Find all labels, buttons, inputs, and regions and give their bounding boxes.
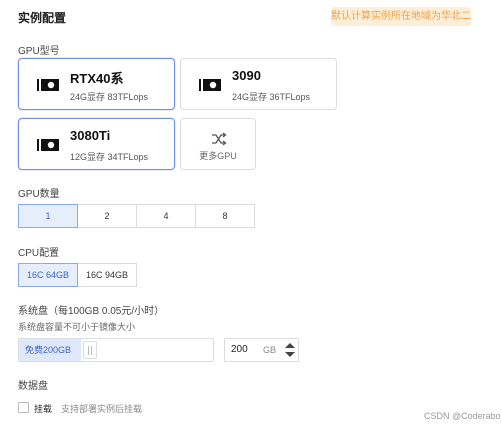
mount-hint: 支持部署实例后挂载 — [61, 404, 143, 414]
gpu-card-icon — [37, 79, 59, 91]
more-gpu-button[interactable]: 更多GPU — [180, 118, 256, 170]
system-disk-stepper[interactable]: 200 GB — [224, 338, 299, 362]
gpu-count-option-1[interactable]: 1 — [18, 204, 78, 228]
gpu-count-selector: 1 2 4 8 — [18, 204, 255, 228]
cpu-option-16c-94gb[interactable]: 16C 94GB — [77, 263, 137, 287]
watermark: CSDN @Coderabo — [424, 411, 501, 421]
region-notice: 默认计算实例所在地域为华北二 — [331, 7, 471, 26]
gpu-card-spec: 24G显存 36TFLops — [232, 92, 311, 102]
mount-label[interactable]: 挂载 — [34, 402, 52, 415]
gpu-card-icon — [199, 79, 221, 91]
system-disk-hint: 系统盘容量不可小于镜像大小 — [18, 322, 136, 332]
cpu-config-selector: 16C 64GB 16C 94GB — [18, 263, 137, 287]
slider-handle[interactable] — [83, 341, 97, 359]
gpu-card-icon — [37, 139, 59, 151]
gpu-count-option-8[interactable]: 8 — [195, 204, 255, 228]
system-disk-value[interactable]: 200 — [231, 339, 248, 361]
system-disk-unit: GB — [263, 345, 277, 355]
gpu-model-label: GPU型号 — [18, 46, 60, 57]
system-disk-slider[interactable]: 免费200GB — [18, 338, 214, 362]
caret-down-icon[interactable] — [285, 352, 295, 357]
free-capacity-label: 免费200GB — [25, 345, 72, 355]
cpu-config-label: CPU配置 — [18, 248, 60, 259]
cpu-option-16c-64gb[interactable]: 16C 64GB — [18, 263, 78, 287]
gpu-card-name: RTX40系 — [70, 71, 124, 86]
mount-checkbox[interactable] — [18, 402, 29, 413]
system-disk-label: 系统盘（每100GB 0.05元/小时） — [18, 306, 165, 317]
caret-up-icon[interactable] — [285, 343, 295, 348]
gpu-count-label: GPU数量 — [18, 189, 60, 200]
gpu-card-name: 3090 — [232, 68, 261, 83]
data-disk-label: 数据盘 — [18, 381, 48, 392]
gpu-card-rtx40[interactable]: RTX40系 24G显存 83TFLops — [18, 58, 175, 110]
shuffle-icon — [212, 132, 227, 146]
gpu-count-option-2[interactable]: 2 — [77, 204, 137, 228]
gpu-card-spec: 24G显存 83TFLops — [70, 92, 149, 102]
gpu-count-option-4[interactable]: 4 — [136, 204, 196, 228]
gpu-card-spec: 12G显存 34TFLops — [70, 152, 149, 162]
gpu-card-3080ti[interactable]: 3080Ti 12G显存 34TFLops — [18, 118, 175, 170]
gpu-card-3090[interactable]: 3090 24G显存 36TFLops — [180, 58, 337, 110]
gpu-card-name: 3080Ti — [70, 128, 111, 143]
section-title: 实例配置 — [18, 11, 67, 25]
more-gpu-label: 更多GPU — [199, 151, 237, 161]
